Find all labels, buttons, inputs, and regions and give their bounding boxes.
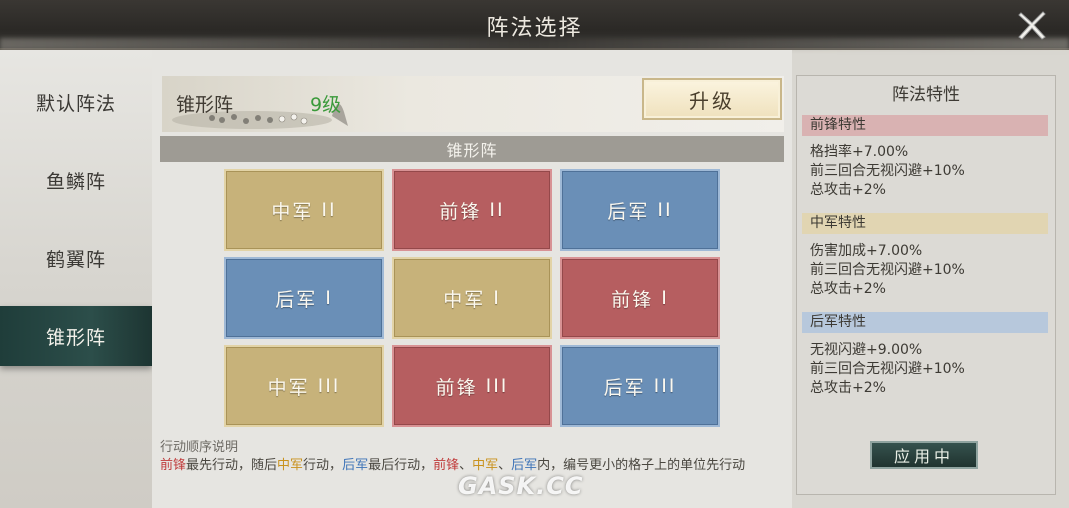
page-title: 阵法选择 bbox=[486, 16, 583, 41]
vanguard-trait-line: 前三回合无视闪避+10% bbox=[810, 163, 965, 179]
cell-label: 前锋 bbox=[439, 200, 482, 223]
rear-trait-line: 总攻击+2% bbox=[810, 380, 886, 396]
close-icon[interactable] bbox=[1015, 8, 1049, 42]
grid-cell-r3c2[interactable]: 前锋 III bbox=[392, 345, 552, 427]
cell-numeral: I bbox=[325, 287, 333, 309]
vanguard-trait-line: 总攻击+2% bbox=[810, 182, 886, 198]
grid-cell-r1c3[interactable]: 后军 II bbox=[560, 169, 720, 251]
center-trait-header: 中军特性 bbox=[802, 213, 1048, 234]
order-title: 行动顺序说明 bbox=[160, 440, 239, 455]
cell-numeral: I bbox=[493, 287, 501, 309]
cell-numeral: III bbox=[653, 375, 677, 397]
cell-label: 后军 bbox=[607, 200, 650, 223]
grid-cell-r2c2[interactable]: 中军 I bbox=[392, 257, 552, 339]
rear-trait-header: 后军特性 bbox=[802, 312, 1048, 333]
grid-cell-r3c1[interactable]: 中军 III bbox=[224, 345, 384, 427]
cell-numeral: III bbox=[317, 375, 341, 397]
traits-title: 阵法特性 bbox=[892, 85, 960, 105]
grid-cell-r1c1[interactable]: 中军 II bbox=[224, 169, 384, 251]
watermark: GASK.CC bbox=[458, 472, 584, 500]
tab-crane-wing-formation[interactable]: 鹤翼阵 bbox=[0, 228, 152, 288]
cell-numeral: I bbox=[661, 287, 669, 309]
cell-label: 中军 bbox=[267, 376, 310, 399]
cell-numeral: III bbox=[485, 375, 509, 397]
cell-numeral: II bbox=[489, 199, 505, 221]
vanguard-trait-line: 格挡率+7.00% bbox=[810, 144, 909, 160]
cell-label: 前锋 bbox=[611, 288, 654, 311]
grid-cell-r3c3[interactable]: 后军 III bbox=[560, 345, 720, 427]
center-trait-line: 总攻击+2% bbox=[810, 281, 886, 297]
center-trait-line: 前三回合无视闪避+10% bbox=[810, 262, 965, 278]
tab-wedge-formation[interactable]: 锥形阵 bbox=[0, 306, 152, 366]
grid-cell-r2c1[interactable]: 后军 I bbox=[224, 257, 384, 339]
formation-level: 9级 bbox=[310, 94, 342, 116]
tab-fish-scale-formation[interactable]: 鱼鳞阵 bbox=[0, 150, 152, 210]
upgrade-button[interactable]: 升级 bbox=[642, 78, 782, 120]
cell-label: 后军 bbox=[603, 376, 646, 399]
cell-label: 中军 bbox=[271, 200, 314, 223]
cell-label: 中军 bbox=[443, 288, 486, 311]
center-trait-line: 伤害加成+7.00% bbox=[810, 243, 923, 259]
formation-name: 锥形阵 bbox=[176, 94, 234, 116]
cell-label: 前锋 bbox=[435, 376, 478, 399]
apply-button[interactable]: 应用中 bbox=[870, 441, 978, 469]
grid-cell-r2c3[interactable]: 前锋 I bbox=[560, 257, 720, 339]
rear-trait-line: 无视闪避+9.00% bbox=[810, 342, 923, 358]
grid-cell-r1c2[interactable]: 前锋 II bbox=[392, 169, 552, 251]
tab-default-formation[interactable]: 默认阵法 bbox=[0, 72, 152, 132]
rear-trait-line: 前三回合无视闪避+10% bbox=[810, 361, 965, 377]
cell-numeral: II bbox=[321, 199, 337, 221]
grid-title: 锥形阵 bbox=[160, 136, 784, 162]
cell-label: 后军 bbox=[275, 288, 318, 311]
vanguard-trait-header: 前锋特性 bbox=[802, 115, 1048, 136]
cell-numeral: II bbox=[657, 199, 673, 221]
